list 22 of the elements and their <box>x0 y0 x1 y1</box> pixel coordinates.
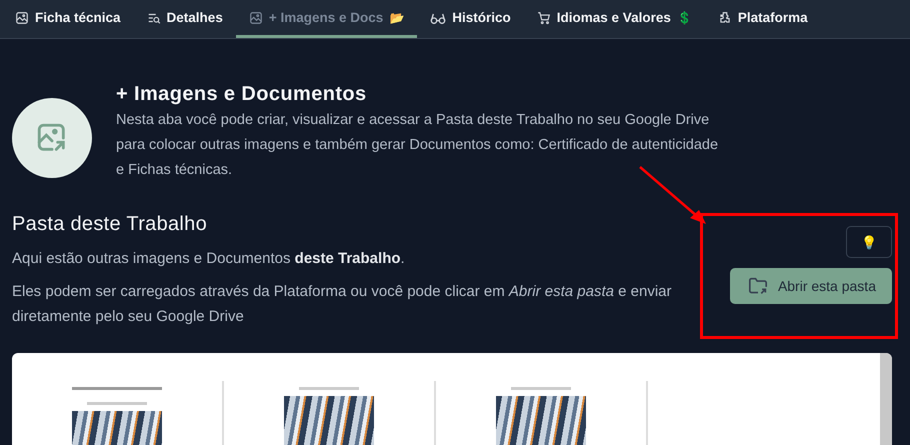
info-text: Aqui estão outras imagens e Documentos deste Trabalho. <box>12 249 406 269</box>
annotation-arrow <box>638 165 708 227</box>
image-icon <box>15 10 29 24</box>
tab[interactable]: + Imagens e Docs 📂 <box>236 0 418 38</box>
cart-icon <box>536 10 551 24</box>
scrollbar[interactable] <box>880 353 892 445</box>
tip-button[interactable]: 💡 <box>846 226 892 258</box>
puzzle-icon <box>718 10 732 24</box>
section-title: Pasta deste Trabalho <box>12 213 208 236</box>
tab[interactable]: Idiomas e Valores 💲 <box>524 0 705 38</box>
emoji-icon: 📂 <box>389 10 404 24</box>
emoji-icon: 💲 <box>676 10 692 24</box>
image-icon <box>248 10 263 24</box>
tab[interactable]: Histórico <box>417 0 524 38</box>
tab[interactable]: Ficha técnica <box>2 0 134 38</box>
description-text: Nesta aba você pode criar, visualizar e acessar a Pasta deste Trabalho no seu Google Drive para colocar outras imagens e também gerar Documentos como: Certificado de autenticidade e Fichas técnicas. <box>116 111 720 180</box>
tab[interactable]: Detalhes <box>134 0 236 38</box>
open-folder-button[interactable]: Abrir esta pasta <box>730 268 892 304</box>
info-text: Eles podem ser carregados através da Plataforma ou você pode clicar em Abrir esta pasta e enviar diretamente pelo seu Google Drive <box>12 282 673 327</box>
folder-share-icon <box>748 277 768 295</box>
tab[interactable]: Plataforma <box>704 0 821 38</box>
section-title: + Imagens e Documentos <box>116 83 368 106</box>
